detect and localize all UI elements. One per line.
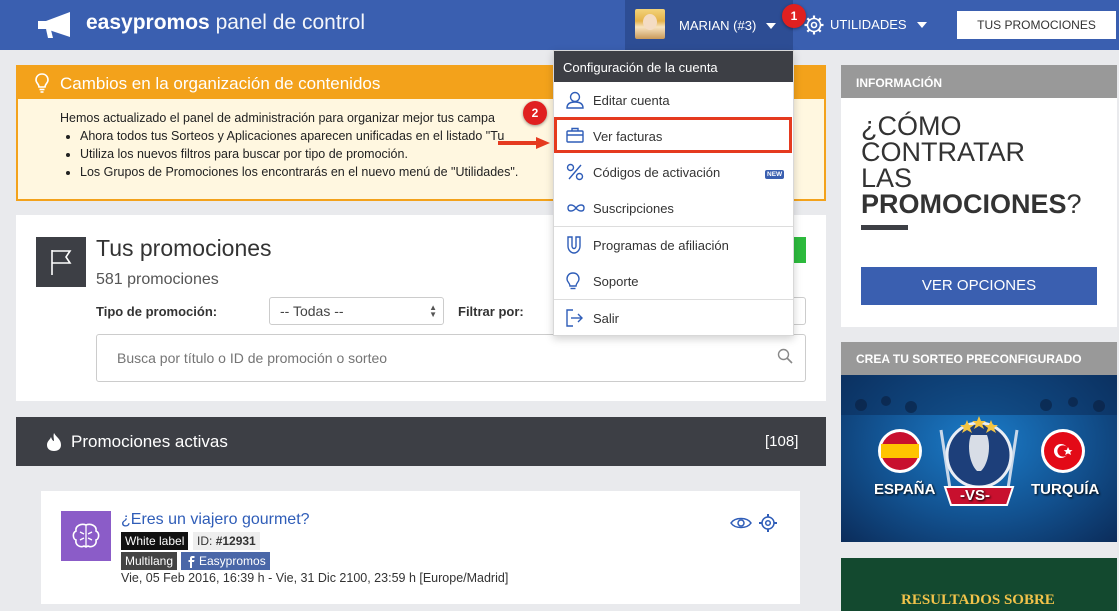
promotions-count: 581 promociones (96, 271, 219, 288)
type-select[interactable]: -- Todas -- ▲ ▼ (269, 297, 444, 325)
search-input[interactable] (96, 334, 806, 382)
megaphone-logo-icon[interactable] (36, 11, 76, 39)
promotion-card: ¿Eres un viajero gourmet? White label ID… (41, 491, 800, 604)
type-filter-label: Tipo de promoción: (96, 304, 218, 319)
fire-icon (47, 433, 61, 451)
divider (861, 225, 908, 230)
euro-match-banner[interactable]: ESPAÑA -VS- TURQUÍA (841, 375, 1117, 542)
dropdown-header: Configuración de la cuenta (554, 51, 793, 82)
brain-icon (61, 511, 111, 561)
active-promotions-header: Promociones activas [108] (16, 417, 826, 466)
step-badge-2: 2 (523, 101, 547, 125)
user-name: MARIAN (#3) (679, 18, 757, 33)
chevron-down-icon (766, 23, 776, 29)
menu-item-label: Códigos de activación (593, 165, 721, 180)
magnet-icon (567, 236, 581, 254)
menu-item-label: Programas de afiliación (593, 238, 729, 253)
alert-title: Cambios en la organización de contenidos (60, 74, 381, 93)
page-title: Tus promociones (96, 235, 272, 261)
filter-by-label: Filtrar por: (458, 304, 524, 319)
multilang-tag: Multilang (121, 552, 178, 570)
menu-item-label: Suscripciones (593, 201, 674, 216)
lightbulb-icon (35, 73, 49, 93)
preconfigured-header: CREA TU SORTEO PRECONFIGURADO (841, 342, 1117, 375)
menu-item-support[interactable]: Soporte (554, 263, 793, 299)
brand-title[interactable]: easypromos panel de control (86, 11, 365, 35)
view-invoices-highlight (554, 117, 792, 153)
gear-icon (804, 15, 824, 35)
menu-item-label: Soporte (593, 274, 639, 289)
top-bar: easypromos panel de control MARIAN (#3) … (0, 0, 1119, 50)
arrow-right-icon (498, 137, 550, 149)
active-promotions-count: [108] (765, 433, 799, 450)
active-promotions-title: Promociones activas (71, 432, 228, 451)
logout-icon (566, 309, 583, 327)
user-menu-toggle[interactable]: MARIAN (#3) (625, 0, 793, 50)
percent-icon (566, 163, 584, 181)
white-label-tag: White label (121, 532, 189, 550)
menu-item-logout[interactable]: Salir (554, 300, 793, 336)
chevron-down-icon (917, 22, 927, 28)
vs-label: -VS- (960, 487, 990, 504)
facebook-icon (188, 556, 195, 568)
my-promotions-button[interactable]: TUS PROMOCIONES (957, 11, 1116, 39)
facebook-tag: Easypromos (181, 552, 270, 570)
user-icon (566, 91, 584, 109)
type-select-value: -- Todas -- (280, 303, 344, 319)
search-icon[interactable] (777, 348, 793, 364)
menu-item-label: Editar cuenta (593, 93, 670, 108)
gear-icon[interactable] (758, 513, 778, 533)
infinity-icon (567, 204, 585, 212)
avatar (635, 9, 665, 39)
information-header: INFORMACIÓN (841, 65, 1117, 98)
menu-item-activation-codes[interactable]: Códigos de activación NEW (554, 154, 793, 190)
menu-item-edit-account[interactable]: Editar cuenta (554, 82, 793, 118)
team-right-label: TURQUÍA (1031, 481, 1100, 498)
flag-icon (36, 237, 86, 287)
menu-item-subscriptions[interactable]: Suscripciones (554, 190, 793, 226)
utilities-label: UTILIDADES (830, 17, 907, 32)
lightbulb-icon (566, 272, 580, 290)
how-to-hire-heading: ¿CÓMO CONTRATAR LAS PROMOCIONES? (861, 111, 1082, 219)
information-widget: INFORMACIÓN ¿CÓMO CONTRATAR LAS PROMOCIO… (841, 65, 1117, 327)
results-widget[interactable]: RESULTADOS SOBRE (841, 558, 1117, 611)
eye-icon[interactable] (730, 516, 752, 530)
menu-item-affiliate-programs[interactable]: Programas de afiliación (554, 227, 793, 263)
new-badge: NEW (765, 170, 785, 179)
account-settings-dropdown: Configuración de la cuenta Editar cuenta… (553, 50, 794, 336)
view-options-button[interactable]: VER OPCIONES (861, 267, 1097, 305)
stadium-banner-icon (841, 375, 1117, 506)
preconfigured-sweepstakes-widget: CREA TU SORTEO PRECONFIGURADO ESPAÑA -VS… (841, 342, 1117, 542)
promotion-dates: Vie, 05 Feb 2016, 16:39 h - Vie, 31 Dic … (121, 571, 509, 585)
results-heading: RESULTADOS SOBRE (901, 592, 1055, 608)
promotion-id-tag: ID: #12931 (193, 532, 260, 550)
menu-item-label: Salir (593, 311, 620, 326)
step-badge-1: 1 (782, 4, 806, 28)
promotion-title-link[interactable]: ¿Eres un viajero gourmet? (121, 511, 310, 529)
team-left-label: ESPAÑA (874, 481, 936, 498)
select-arrows-icon: ▲ ▼ (429, 303, 437, 319)
